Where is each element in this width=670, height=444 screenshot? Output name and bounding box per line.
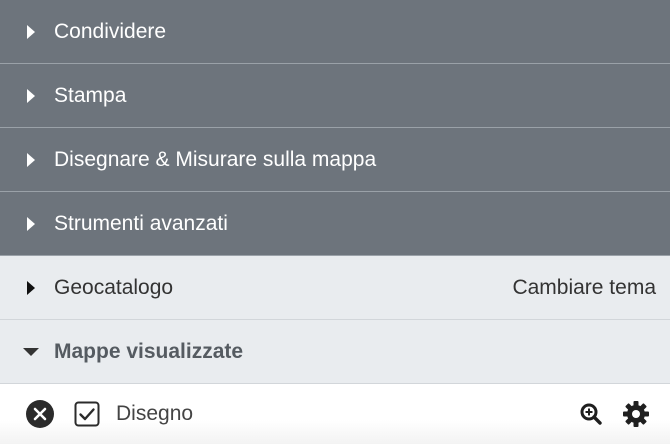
caret-right-icon: [22, 23, 40, 41]
menu-item-geocatalogo[interactable]: Geocatalogo Cambiare tema: [0, 256, 670, 320]
menu-item-label: Geocatalogo: [54, 275, 174, 299]
menu-item-label: Strumenti avanzati: [54, 211, 228, 235]
menu-item-label: Condividere: [54, 19, 167, 43]
caret-right-icon: [22, 215, 40, 233]
menu-item-mappe-visualizzate[interactable]: Mappe visualizzate: [0, 320, 670, 384]
menu-item-label: Mappe visualizzate: [54, 339, 244, 363]
menu-item-label: Disegnare & Misurare sulla mappa: [54, 147, 377, 171]
menu-item-condividere[interactable]: Condividere: [0, 0, 670, 64]
menu-item-stampa[interactable]: Stampa: [0, 64, 670, 128]
caret-right-icon: [22, 279, 40, 297]
checkbox-checked-icon[interactable]: [74, 401, 100, 427]
zoom-in-icon[interactable]: [580, 403, 602, 425]
caret-right-icon: [22, 87, 40, 105]
close-circle-icon[interactable]: [26, 400, 54, 428]
layer-name: Disegno: [116, 402, 194, 425]
caret-right-icon: [22, 151, 40, 169]
change-theme-link[interactable]: Cambiare tema: [512, 276, 656, 300]
menu-item-disegnare[interactable]: Disegnare & Misurare sulla mappa: [0, 128, 670, 192]
map-tools-panel: Condividere Stampa Disegnare & Misurare …: [0, 0, 670, 444]
menu-item-label: Stampa: [54, 83, 127, 107]
caret-down-icon: [22, 343, 40, 361]
layer-row: Disegno: [0, 384, 670, 444]
menu-item-strumenti-avanzati[interactable]: Strumenti avanzati: [0, 192, 670, 256]
gear-icon[interactable]: [622, 400, 650, 428]
